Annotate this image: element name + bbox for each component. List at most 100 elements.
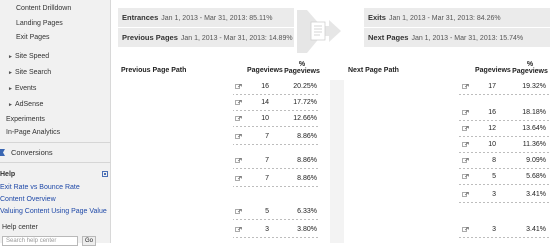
open-in-new-icon[interactable] <box>462 110 469 116</box>
sidebar-item-experiments[interactable]: Experiments <box>0 114 111 125</box>
sidebar-item-label: Events <box>14 85 37 92</box>
flag-icon <box>0 149 5 156</box>
open-in-new-icon[interactable] <box>235 116 242 122</box>
next-pct-pageviews-cell: 9.09% <box>526 157 546 164</box>
previous-pct-pageviews-cell: 8.86% <box>297 133 317 140</box>
sidebar-item-in-page-analytics[interactable]: In-Page Analytics <box>0 127 111 138</box>
next-pageviews-cell: 17 <box>488 83 496 90</box>
sidebar-item-events[interactable]: ► Events <box>0 83 111 94</box>
next-pageviews-cell: 5 <box>492 173 496 180</box>
entrances-value: Jan 1, 2013 - Mar 31, 2013: 85.11% <box>161 15 273 22</box>
next-pages-value: Jan 1, 2013 - Mar 31, 2013: 15.74% <box>411 35 524 42</box>
row-divider <box>459 136 549 137</box>
sidebar-divider <box>0 162 111 163</box>
help-search-input[interactable]: Search help center <box>2 236 78 246</box>
open-in-new-icon[interactable] <box>235 84 242 90</box>
expand-triangle-icon: ► <box>8 86 13 92</box>
previous-pageviews-cell: 7 <box>265 175 269 182</box>
exits-value: Jan 1, 2013 - Mar 31, 2013: 84.26% <box>388 15 501 22</box>
row-divider <box>232 186 320 187</box>
help-link-content-overview[interactable]: Content Overview <box>0 194 111 205</box>
help-link-valuing-content[interactable]: Valuing Content Using Page Value <box>0 206 111 217</box>
open-in-new-icon[interactable] <box>462 227 469 233</box>
sidebar-item-label: Exit Pages <box>16 34 50 41</box>
sidebar-item-site-speed[interactable]: ► Site Speed <box>0 51 111 62</box>
next-page-path-header[interactable]: Next Page Path <box>348 67 399 74</box>
previous-pct-pageviews-cell: 6.33% <box>297 208 317 215</box>
next-pageviews-cell: 10 <box>488 141 496 148</box>
open-in-new-icon[interactable] <box>235 227 242 233</box>
next-pct-pageviews-cell: 13.64% <box>522 125 546 132</box>
open-in-new-icon[interactable] <box>235 100 242 106</box>
open-in-new-icon[interactable] <box>462 84 469 90</box>
help-center-link[interactable]: Help center <box>0 222 111 233</box>
open-in-new-icon[interactable] <box>235 176 242 182</box>
open-in-new-icon[interactable] <box>235 134 242 140</box>
help-link-label: Content Overview <box>0 196 56 203</box>
help-link-exit-rate[interactable]: Exit Rate vs Bounce Rate <box>0 182 111 193</box>
help-link-label: Valuing Content Using Page Value <box>0 208 107 215</box>
previous-pageviews-cell: 3 <box>265 226 269 233</box>
previous-pct-pageviews-cell: 12.66% <box>293 115 317 122</box>
open-in-new-icon[interactable] <box>462 192 469 198</box>
open-in-new-icon[interactable] <box>235 158 242 164</box>
sidebar-item-label: Landing Pages <box>16 20 63 27</box>
next-pageviews-cell: 12 <box>488 125 496 132</box>
previous-pageviews-cell: 5 <box>265 208 269 215</box>
row-divider <box>232 144 320 145</box>
previous-pageviews-cell: 16 <box>261 83 269 90</box>
previous-pageviews-cell: 7 <box>265 157 269 164</box>
help-heading: Help <box>0 169 111 180</box>
sidebar: Content Drilldown Landing Pages Exit Pag… <box>0 0 111 246</box>
next-pageviews-header[interactable]: Pageviews <box>475 67 511 74</box>
expand-triangle-icon: ► <box>8 102 13 108</box>
previous-page-path-header[interactable]: Previous Page Path <box>121 67 186 74</box>
page-flow-arrow-icon <box>297 10 341 53</box>
sidebar-item-label: Site Speed <box>14 53 50 60</box>
sidebar-item-adsense[interactable]: ► AdSense <box>0 99 111 110</box>
previous-pct-pageviews-header[interactable]: % Pageviews <box>284 61 320 75</box>
help-go-button[interactable]: Go <box>82 236 96 246</box>
next-pct-pageviews-header[interactable]: % Pageviews <box>512 61 548 75</box>
expand-triangle-icon: ► <box>8 54 13 60</box>
sidebar-item-content-drilldown[interactable]: Content Drilldown <box>0 3 111 14</box>
row-divider <box>232 168 320 169</box>
row-divider <box>232 126 320 127</box>
column-separator <box>330 80 344 243</box>
sidebar-item-label: In-Page Analytics <box>6 129 61 136</box>
exits-box: Exits Jan 1, 2013 - Mar 31, 2013: 84.26% <box>364 8 550 27</box>
entrances-label: Entrances <box>122 13 159 22</box>
popout-icon[interactable] <box>102 171 108 177</box>
open-in-new-icon[interactable] <box>235 209 242 215</box>
help-link-label: Exit Rate vs Bounce Rate <box>0 184 80 191</box>
previous-pageviews-header[interactable]: Pageviews <box>247 67 283 74</box>
sidebar-divider <box>0 142 111 143</box>
open-in-new-icon[interactable] <box>462 126 469 132</box>
previous-pct-pageviews-cell: 8.86% <box>297 157 317 164</box>
previous-pct-pageviews-cell: 17.72% <box>293 99 317 106</box>
sidebar-item-site-search[interactable]: ► Site Search <box>0 67 111 78</box>
sidebar-item-conversions[interactable]: Conversions <box>0 147 111 158</box>
open-in-new-icon[interactable] <box>462 142 469 148</box>
next-pageviews-cell: 16 <box>488 109 496 116</box>
sidebar-item-label: AdSense <box>14 101 44 108</box>
open-in-new-icon[interactable] <box>462 158 469 164</box>
sidebar-item-landing-pages[interactable]: Landing Pages <box>0 18 111 29</box>
previous-pages-box: Previous Pages Jan 1, 2013 - Mar 31, 2013… <box>118 28 294 47</box>
next-pages-box: Next Pages Jan 1, 2013 - Mar 31, 2013: 15… <box>364 28 550 47</box>
previous-path-column <box>118 80 233 243</box>
row-divider <box>232 219 320 220</box>
entrances-box: Entrances Jan 1, 2013 - Mar 31, 2013: 85.… <box>118 8 294 27</box>
next-pages-label: Next Pages <box>368 33 409 42</box>
row-divider <box>459 184 549 185</box>
sidebar-item-exit-pages[interactable]: Exit Pages <box>0 32 111 43</box>
row-divider <box>459 237 549 238</box>
row-divider <box>459 120 549 121</box>
row-divider <box>459 152 549 153</box>
row-divider <box>232 237 320 238</box>
sidebar-item-label: Conversions <box>11 148 53 157</box>
open-in-new-icon[interactable] <box>462 174 469 180</box>
row-divider <box>459 94 549 95</box>
help-center-label: Help center <box>2 224 38 231</box>
previous-pages-value: Jan 1, 2013 - Mar 31, 2013: 14.89% <box>180 35 293 42</box>
